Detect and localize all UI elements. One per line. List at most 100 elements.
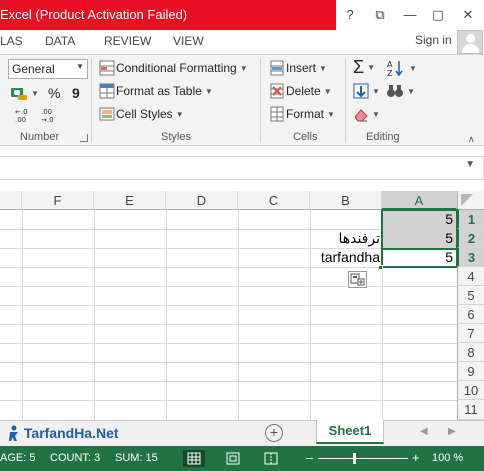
column-header-b[interactable]: B bbox=[310, 191, 382, 210]
paste-options-icon bbox=[350, 273, 365, 286]
chevron-down-icon: ▼ bbox=[204, 86, 213, 96]
format-as-table-button[interactable]: Format as Table ▼ bbox=[99, 81, 213, 101]
zoom-level[interactable]: 100 % bbox=[432, 452, 463, 464]
insert-cells-button[interactable]: Insert ▼ bbox=[269, 58, 327, 78]
row-header-9[interactable]: 9 bbox=[457, 362, 484, 381]
formula-bar[interactable]: ▼ bbox=[0, 156, 484, 180]
row-header-8[interactable]: 8 bbox=[457, 343, 484, 362]
number-dialog-launcher-icon[interactable] bbox=[80, 134, 88, 142]
svg-text:.00: .00 bbox=[15, 116, 26, 124]
fill-button[interactable]: ▼ bbox=[353, 81, 380, 101]
comma-style-button[interactable]: 9 bbox=[72, 83, 80, 103]
new-sheet-button[interactable]: + bbox=[265, 424, 283, 442]
cell-a3[interactable]: 5 bbox=[382, 248, 453, 267]
avatar[interactable] bbox=[457, 30, 483, 54]
expand-formula-bar-icon[interactable]: ▼ bbox=[465, 159, 475, 170]
conditional-formatting-label: Conditional Formatting bbox=[116, 61, 237, 75]
sigma-icon: Σ bbox=[353, 56, 365, 77]
select-all-button[interactable] bbox=[457, 191, 484, 210]
row-header-4[interactable]: 4 bbox=[457, 267, 484, 286]
row-header-7[interactable]: 7 bbox=[457, 324, 484, 343]
row-header-1[interactable]: 1 bbox=[457, 210, 484, 229]
increase-decimal-icon: ←.0 .00 bbox=[15, 108, 28, 124]
column-header-e[interactable]: E bbox=[94, 191, 166, 210]
svg-text:Z: Z bbox=[387, 69, 393, 77]
tab-view[interactable]: VIEW bbox=[173, 34, 204, 48]
percent-style-button[interactable]: % bbox=[48, 83, 60, 103]
chevron-down-icon: ▼ bbox=[372, 109, 380, 119]
delete-label: Delete bbox=[286, 84, 321, 98]
collapse-ribbon-icon[interactable]: ∧ bbox=[468, 129, 475, 149]
accounting-format-button[interactable]: ▼ bbox=[10, 83, 39, 103]
chevron-down-icon: ▼ bbox=[323, 86, 332, 96]
svg-text:→.0: →.0 bbox=[41, 116, 54, 124]
row-header-10[interactable]: 10 bbox=[457, 381, 484, 400]
increase-decimal-button[interactable]: ←.0 .00 bbox=[12, 105, 34, 125]
chevron-down-icon: ▼ bbox=[31, 88, 39, 98]
column-header-d[interactable]: D bbox=[166, 191, 238, 210]
format-cells-button[interactable]: Format ▼ bbox=[269, 104, 335, 124]
accounting-icon bbox=[11, 88, 27, 100]
autosum-button[interactable]: Σ ▼ bbox=[353, 57, 375, 77]
ribbon-display-options-button[interactable]: ⧉ bbox=[370, 6, 390, 24]
delete-cells-button[interactable]: Delete ▼ bbox=[269, 81, 332, 101]
row-header-6[interactable]: 6 bbox=[457, 305, 484, 324]
decrease-decimal-icon: .00 →.0 bbox=[41, 108, 54, 124]
page-break-view-button[interactable] bbox=[260, 450, 282, 467]
decrease-decimal-button[interactable]: .00 →.0 bbox=[38, 105, 60, 125]
tab-data[interactable]: DATA bbox=[45, 34, 75, 48]
clear-button[interactable]: ▼ bbox=[353, 104, 380, 124]
cells-group-label: Cells bbox=[293, 131, 318, 143]
normal-view-button[interactable] bbox=[183, 450, 205, 467]
conditional-formatting-button[interactable]: Conditional Formatting ▼ bbox=[99, 58, 248, 78]
page-layout-view-button[interactable] bbox=[222, 450, 244, 467]
cell-styles-label: Cell Styles bbox=[116, 107, 173, 121]
row-header-3[interactable]: 3 bbox=[457, 248, 484, 267]
gridline bbox=[0, 305, 457, 306]
tab-formulas[interactable]: LAS bbox=[0, 34, 23, 48]
maximize-button[interactable]: ▢ bbox=[428, 6, 448, 24]
cell-a2[interactable]: 5 bbox=[382, 229, 453, 248]
activation-failed-banner: Excel (Product Activation Failed) bbox=[0, 0, 336, 30]
status-average: AGE: 5 bbox=[0, 452, 36, 464]
svg-text:←.0: ←.0 bbox=[15, 108, 28, 116]
zoom-in-button[interactable]: + bbox=[412, 450, 420, 465]
sort-filter-button[interactable]: A Z ▼ bbox=[386, 58, 417, 78]
cell-b2[interactable]: ترفندها bbox=[310, 229, 380, 248]
scroll-right-icon[interactable]: ▶ bbox=[448, 426, 456, 437]
minimize-button[interactable]: — bbox=[400, 6, 420, 24]
cell-a1[interactable]: 5 bbox=[382, 210, 453, 229]
format-label: Format bbox=[286, 107, 325, 121]
group-divider bbox=[260, 59, 261, 143]
window-title: Excel (Product Activation Failed) bbox=[0, 7, 188, 22]
scroll-left-icon[interactable]: ◀ bbox=[420, 426, 428, 437]
column-header-f[interactable]: F bbox=[22, 191, 94, 210]
row-header-2[interactable]: 2 bbox=[457, 229, 484, 248]
svg-text:.00: .00 bbox=[41, 108, 52, 116]
column-header-a[interactable]: A bbox=[382, 191, 457, 210]
zoom-slider-thumb[interactable] bbox=[353, 453, 356, 464]
sign-in-link[interactable]: Sign in bbox=[415, 33, 452, 47]
help-button[interactable]: ? bbox=[340, 6, 360, 24]
column-header-g[interactable] bbox=[0, 191, 22, 210]
group-divider bbox=[345, 59, 346, 143]
column-header-c[interactable]: C bbox=[238, 191, 310, 210]
gridline bbox=[0, 286, 457, 287]
gridline bbox=[0, 381, 457, 382]
row-header-5[interactable]: 5 bbox=[457, 286, 484, 305]
gridline bbox=[0, 362, 457, 363]
tab-review[interactable]: REVIEW bbox=[104, 34, 151, 48]
close-button[interactable]: ✕ bbox=[458, 6, 478, 24]
zoom-out-button[interactable]: – bbox=[306, 450, 313, 465]
paste-options-button[interactable] bbox=[348, 271, 367, 288]
number-format-select[interactable]: General ▼ bbox=[8, 59, 88, 79]
chevron-down-icon: ▼ bbox=[319, 63, 327, 73]
zoom-slider[interactable] bbox=[318, 458, 408, 459]
gridline bbox=[0, 324, 457, 325]
find-select-button[interactable]: ▼ bbox=[386, 81, 415, 101]
row-header-11[interactable]: 11 bbox=[457, 400, 484, 420]
sheet-tab-sheet1[interactable]: Sheet1 bbox=[316, 420, 384, 444]
cell-styles-button[interactable]: Cell Styles ▼ bbox=[99, 104, 184, 124]
insert-label: Insert bbox=[286, 61, 317, 75]
cell-b3[interactable]: tarfandha bbox=[310, 248, 380, 267]
